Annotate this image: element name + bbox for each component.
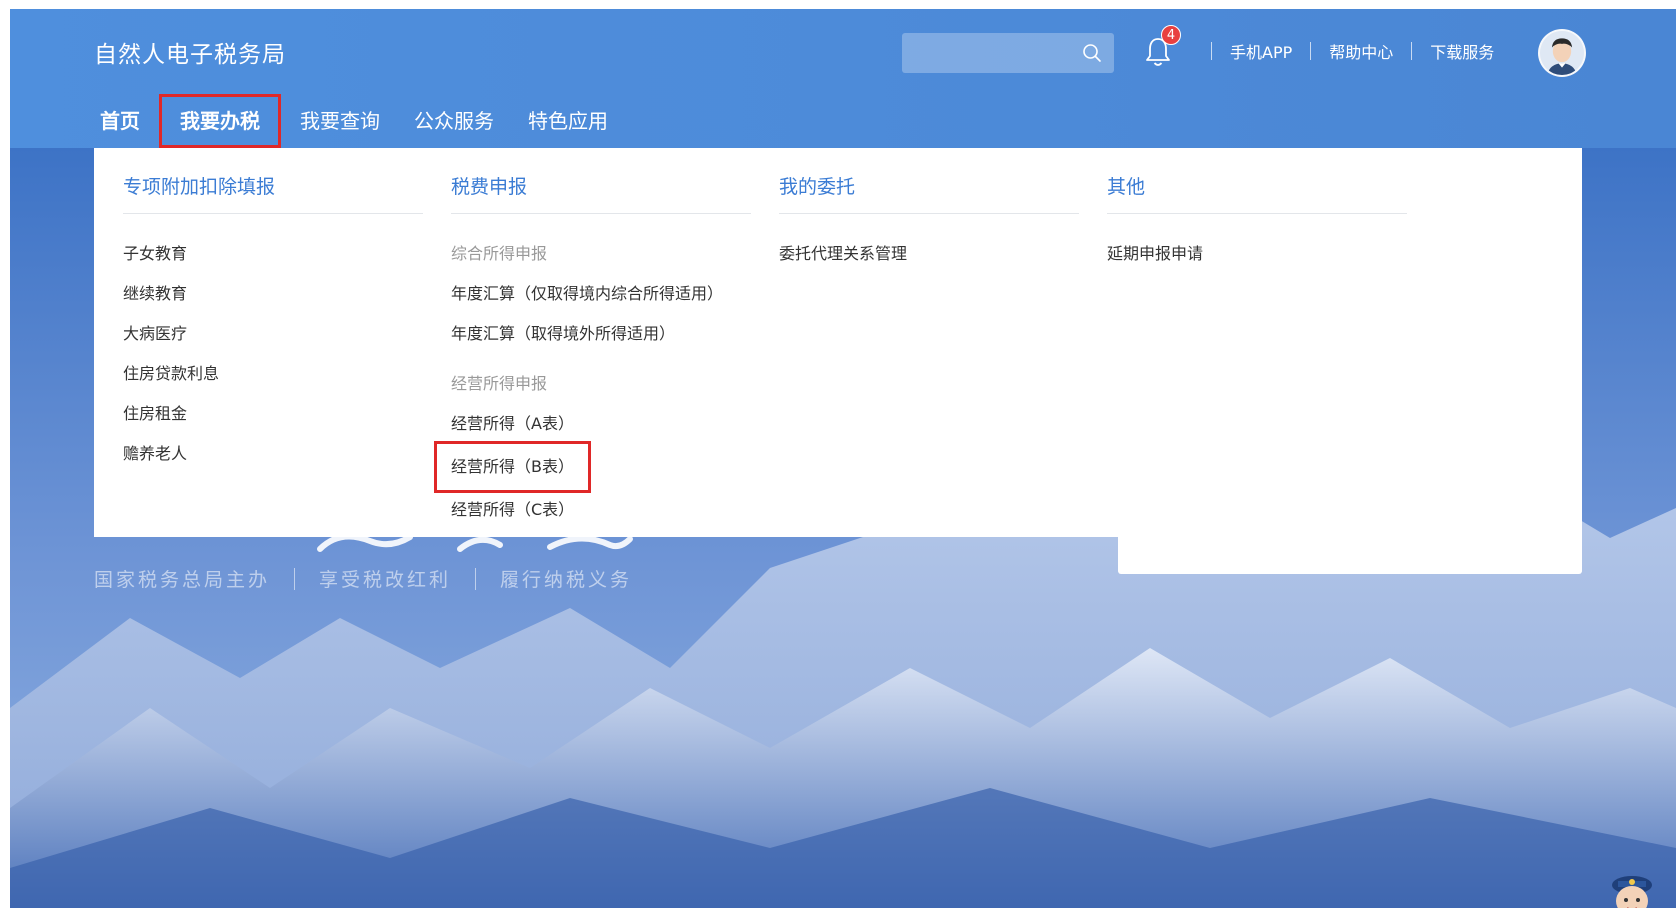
menu-column-my-delegation: 我的委托 委托代理关系管理 [779,172,1079,274]
menu-subheader-business-income: 经营所得申报 [451,374,548,393]
menu-column-special-deduction: 专项附加扣除填报 子女教育 继续教育 大病医疗 住房贷款利息 住房租金 赡养老人 [123,172,423,474]
menu-item-continuing-education[interactable]: 继续教育 [123,274,423,314]
download-service-link[interactable]: 下载服务 [1430,39,1494,63]
top-header: 自然人电子税务局 4 手机APP 帮助中心 下载服务 首页 我要办税 我要查询 … [10,9,1676,148]
menu-item-mortgage-interest[interactable]: 住房贷款利息 [123,354,423,394]
menu-item-business-income-c[interactable]: 经营所得（C表） [451,490,751,530]
app-frame: 自然人电子税务局 4 手机APP 帮助中心 下载服务 首页 我要办税 我要查询 … [10,9,1676,908]
nav-featured-apps[interactable]: 特色应用 [522,103,614,139]
nav-query[interactable]: 我要查询 [294,103,386,139]
column-header[interactable]: 我的委托 [779,172,1079,214]
slogan: 国家税务总局主办 享受税改红利 履行纳税义务 [94,565,632,592]
main-nav: 首页 我要办税 我要查询 公众服务 特色应用 [94,94,636,148]
login-panel-edge [1118,537,1582,574]
column-items: 综合所得申报 年度汇算（仅取得境内综合所得适用） 年度汇算（取得境外所得适用） … [434,234,751,530]
menu-item-business-income-a[interactable]: 经营所得（A表） [451,404,751,444]
divider [475,567,477,590]
search-icon[interactable] [1082,43,1102,63]
menu-item-housing-rent[interactable]: 住房租金 [123,394,423,434]
top-links: 手机APP 帮助中心 下载服务 [1193,39,1494,63]
search-box[interactable] [902,33,1114,73]
divider [1211,42,1212,60]
slogan-item: 国家税务总局主办 [94,569,271,591]
menu-item-annual-settlement-foreign[interactable]: 年度汇算（取得境外所得适用） [451,314,751,354]
menu-column-other: 其他 延期申报申请 [1107,172,1407,274]
menu-item-child-education[interactable]: 子女教育 [123,234,423,274]
mobile-app-link[interactable]: 手机APP [1230,39,1292,63]
column-header[interactable]: 税费申报 [451,172,751,214]
column-header[interactable]: 其他 [1107,172,1407,214]
menu-item-elderly-support[interactable]: 赡养老人 [123,434,423,474]
nav-home[interactable]: 首页 [94,103,146,139]
column-items: 委托代理关系管理 [779,234,1079,274]
menu-subheader-comprehensive-income: 综合所得申报 [451,244,548,263]
divider [294,567,296,590]
menu-item-business-income-b[interactable]: 经营所得（B表） [434,441,591,493]
mega-dropdown-menu: 专项附加扣除填报 子女教育 继续教育 大病医疗 住房贷款利息 住房租金 赡养老人… [94,148,1582,537]
notification-badge: 4 [1161,25,1181,45]
menu-item-deferred-filing[interactable]: 延期申报申请 [1107,234,1407,274]
nav-tax-handling[interactable]: 我要办税 [159,94,281,148]
column-header[interactable]: 专项附加扣除填报 [123,172,423,214]
menu-item-agency-management[interactable]: 委托代理关系管理 [779,234,1079,274]
mascot-helper-icon[interactable] [1606,867,1658,908]
user-avatar[interactable] [1538,29,1586,77]
slogan-item: 享受税改红利 [319,569,452,591]
menu-column-tax-filing: 税费申报 综合所得申报 年度汇算（仅取得境内综合所得适用） 年度汇算（取得境外所… [434,172,751,530]
user-avatar-icon [1540,31,1584,75]
slogan-item: 履行纳税义务 [500,569,633,591]
menu-item-annual-settlement-domestic[interactable]: 年度汇算（仅取得境内综合所得适用） [451,274,751,314]
column-items: 子女教育 继续教育 大病医疗 住房贷款利息 住房租金 赡养老人 [123,234,423,474]
nav-public-service[interactable]: 公众服务 [408,103,500,139]
site-title[interactable]: 自然人电子税务局 [94,35,286,69]
divider [1411,42,1413,60]
help-center-link[interactable]: 帮助中心 [1329,39,1393,63]
column-items: 延期申报申请 [1107,234,1407,274]
menu-item-serious-illness[interactable]: 大病医疗 [123,314,423,354]
divider [1310,42,1312,60]
